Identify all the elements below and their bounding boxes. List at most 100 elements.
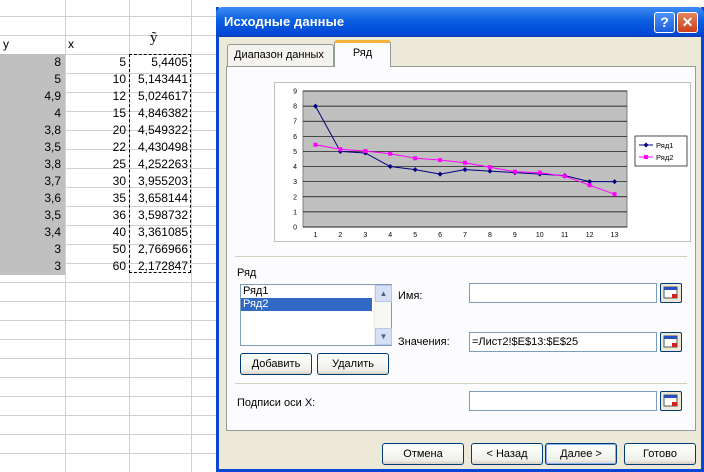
x-tick-label: 4 [388, 232, 392, 239]
y-tick-label: 7 [293, 119, 297, 126]
data-point [562, 174, 567, 179]
cell-x[interactable]: 15 [65, 105, 129, 122]
cell-x[interactable]: 25 [65, 156, 129, 173]
cell-x[interactable]: 22 [65, 139, 129, 156]
x-tick-label: 12 [586, 232, 594, 239]
data-point [587, 183, 592, 188]
cell-x[interactable]: 5 [65, 54, 129, 71]
y-tick-label: 2 [293, 194, 297, 201]
xaxis-labels-field[interactable] [469, 391, 657, 411]
cell-y[interactable]: 3,5 [0, 139, 65, 156]
copy-marquee [129, 54, 191, 273]
close-button[interactable]: ✕ [677, 12, 698, 33]
cell-x[interactable]: 10 [65, 71, 129, 88]
series-tab-panel: 0 1 2 3 4 5 6 7 8 9 1 2 3 4 5 6 7 8 9 10 11 12 13 Ряд1 Ряд2 Ряд … [226, 66, 696, 431]
data-point [612, 192, 617, 197]
cell-x[interactable]: 50 [65, 241, 129, 258]
separator [235, 383, 687, 384]
legend-label: Ряд2 [656, 153, 673, 162]
x-tick-label: 5 [413, 232, 417, 239]
data-point [537, 170, 542, 175]
chart-preview: 0 1 2 3 4 5 6 7 8 9 1 2 3 4 5 6 7 8 9 10 11 12 13 Ряд1 Ряд2 [274, 82, 691, 242]
cell-y[interactable]: 3,5 [0, 207, 65, 224]
values-field[interactable]: =Лист2!$E$13:$E$25 [469, 332, 657, 352]
series-group-label: Ряд [237, 267, 257, 279]
tab-series[interactable]: Ряд [334, 40, 391, 67]
column-gridline [191, 0, 192, 472]
range-picker-icon [663, 394, 678, 407]
cell-y[interactable]: 3 [0, 241, 65, 258]
data-point [338, 147, 343, 152]
data-point [413, 156, 418, 161]
cell-y[interactable]: 3 [0, 258, 65, 275]
xaxis-collapse-button[interactable] [660, 391, 682, 411]
add-series-button[interactable]: Добавить [240, 353, 312, 375]
help-button[interactable]: ? [654, 12, 675, 33]
cell-y[interactable]: 3,4 [0, 224, 65, 241]
data-point [313, 142, 318, 147]
series-item-2[interactable]: Ряд2 [241, 298, 372, 311]
cell-y[interactable]: 4 [0, 105, 65, 122]
scroll-up-icon[interactable]: ▲ [375, 285, 392, 302]
y-tick-label: 3 [293, 179, 297, 186]
cell-x[interactable]: 36 [65, 207, 129, 224]
x-tick-label: 13 [611, 232, 619, 239]
legend-label: Ряд1 [656, 141, 673, 150]
listbox-scrollbar[interactable]: ▲ ▼ [374, 285, 392, 345]
name-label: Имя: [398, 290, 423, 302]
x-tick-label: 10 [536, 232, 544, 239]
x-tick-label: 8 [488, 232, 492, 239]
cancel-button[interactable]: Отмена [382, 443, 464, 465]
cell-x[interactable]: 20 [65, 122, 129, 139]
source-data-dialog: Исходные данные ? ✕ Диапазон данных Ряд … [216, 7, 704, 472]
range-picker-icon [663, 286, 678, 299]
cell-y[interactable]: 4,9 [0, 88, 65, 105]
data-point [487, 165, 492, 170]
column-header-x: x [68, 37, 74, 51]
data-point [512, 169, 517, 174]
x-tick-label: 9 [513, 232, 517, 239]
x-tick-label: 6 [438, 232, 442, 239]
y-tick-label: 4 [293, 164, 297, 171]
back-button[interactable]: < Назад [471, 443, 543, 465]
cell-x[interactable]: 30 [65, 173, 129, 190]
x-tick-label: 11 [561, 232, 568, 239]
y-tick-label: 5 [293, 149, 297, 156]
remove-series-button[interactable]: Удалить [317, 353, 389, 375]
name-field[interactable] [469, 283, 657, 303]
cell-x[interactable]: 40 [65, 224, 129, 241]
y-tick-label: 8 [293, 104, 297, 111]
cell-y[interactable]: 3,6 [0, 190, 65, 207]
next-button[interactable]: Далее > [545, 443, 617, 465]
cell-x[interactable]: 60 [65, 258, 129, 275]
y-tick-label: 0 [293, 225, 297, 232]
series-item-1[interactable]: Ряд1 [241, 285, 372, 298]
cell-x[interactable]: 35 [65, 190, 129, 207]
range-picker-icon [663, 335, 678, 348]
values-collapse-button[interactable] [660, 332, 682, 352]
scroll-down-icon[interactable]: ▼ [375, 328, 392, 345]
cell-x[interactable]: 12 [65, 88, 129, 105]
cell-y[interactable]: 8 [0, 54, 65, 71]
data-point [438, 158, 443, 163]
cell-y[interactable]: 5 [0, 71, 65, 88]
dialog-titlebar[interactable]: Исходные данные ? ✕ [216, 7, 704, 37]
finish-button[interactable]: Готово [624, 443, 696, 465]
cell-y[interactable]: 3,7 [0, 173, 65, 190]
x-tick-label: 7 [463, 232, 467, 239]
cell-y[interactable]: 3,8 [0, 122, 65, 139]
column-header-y: y [3, 37, 9, 51]
series-listbox[interactable]: Ряд1 Ряд2 ▲ ▼ [240, 284, 392, 346]
dialog-title: Исходные данные [224, 14, 345, 29]
plot-area [302, 90, 628, 228]
tab-data-range[interactable]: Диапазон данных [227, 44, 334, 66]
y-tick-label: 1 [293, 209, 297, 216]
x-tick-label: 3 [363, 232, 367, 239]
values-label: Значения: [398, 336, 450, 348]
column-header-yhat: ỹ [150, 30, 158, 46]
xaxis-labels-label: Подписи оси X: [237, 397, 316, 409]
cell-y[interactable]: 3,8 [0, 156, 65, 173]
y-tick-label: 6 [293, 134, 297, 141]
name-collapse-button[interactable] [660, 283, 682, 303]
legend-marker [644, 155, 648, 159]
